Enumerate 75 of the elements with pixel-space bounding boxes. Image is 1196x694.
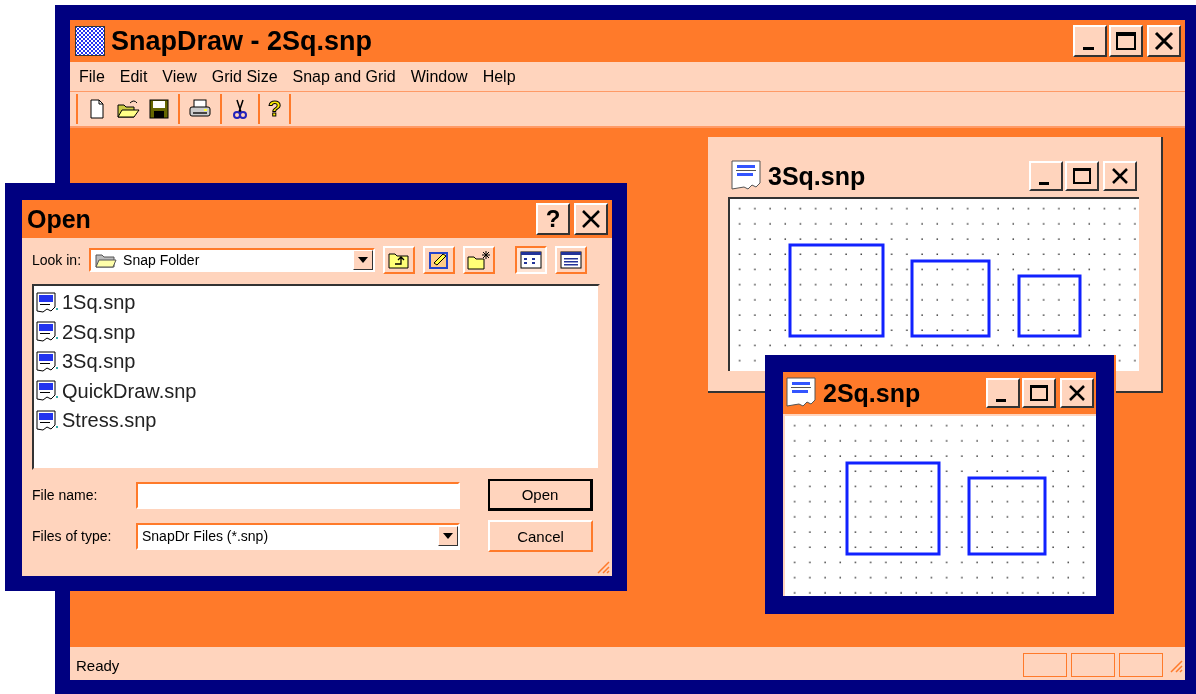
close-icon: [1154, 31, 1174, 51]
maximize-button[interactable]: [1022, 378, 1056, 408]
file-list-entry[interactable]: 3Sq.snp: [62, 350, 136, 374]
dialog-title: Open: [27, 204, 91, 234]
file-icon: [36, 321, 60, 344]
up-folder-button[interactable]: [383, 246, 416, 274]
maximize-button[interactable]: [1109, 25, 1143, 57]
document-icon: [785, 376, 819, 410]
details-view-button[interactable]: [555, 246, 588, 274]
file-list-entry[interactable]: 2Sq.snp: [62, 320, 136, 344]
file-icon: [36, 291, 60, 314]
list-view-icon: [520, 251, 543, 269]
cancel-button[interactable]: Cancel: [488, 520, 593, 552]
status-text: Ready: [76, 656, 120, 674]
minimize-button[interactable]: [1073, 25, 1107, 57]
minimize-icon: [996, 398, 1006, 402]
close-icon: [1111, 167, 1129, 185]
window-title: 2Sq.snp: [823, 378, 921, 408]
file-type-dropdown[interactable]: SnapDr Files (*.snp): [136, 522, 460, 550]
close-button[interactable]: [1147, 25, 1181, 57]
file-icon: [36, 409, 60, 432]
new-folder-button[interactable]: [463, 246, 496, 274]
help-button[interactable]: ?: [536, 203, 570, 235]
square-shape[interactable]: [788, 243, 885, 338]
dropdown-arrow-icon: [443, 533, 453, 539]
details-view-icon: [560, 251, 583, 269]
new-folder-icon: [467, 250, 492, 270]
folder-up-icon: [388, 251, 411, 269]
close-button[interactable]: [1060, 378, 1094, 408]
status-panel: [1119, 653, 1163, 677]
look-in-label: Look in:: [32, 252, 82, 268]
pencil-icon: [428, 250, 451, 270]
square-shape[interactable]: [910, 259, 991, 338]
checkerboard-icon: [75, 26, 105, 56]
file-name-label: File name:: [32, 487, 99, 503]
close-icon: [581, 209, 601, 229]
menu-item[interactable]: File: [79, 67, 105, 86]
status-panel: [1071, 653, 1115, 677]
look-in-dropdown[interactable]: Snap Folder: [89, 248, 376, 272]
menu-item[interactable]: Snap and Grid: [292, 67, 396, 86]
menu-item[interactable]: Window: [410, 67, 468, 86]
file-list-entry[interactable]: 1Sq.snp: [62, 291, 136, 315]
file-icon: [36, 350, 60, 373]
status-panel: [1023, 653, 1067, 677]
menu-item[interactable]: Edit: [119, 67, 148, 86]
window-title: SnapDraw - 2Sq.snp: [111, 25, 373, 57]
file-type-label: Files of type:: [32, 528, 113, 544]
minimize-icon: [1082, 46, 1094, 50]
square-shape[interactable]: [967, 476, 1047, 556]
minimize-icon: [1039, 181, 1049, 185]
close-button[interactable]: [574, 203, 608, 235]
open-folder-icon[interactable]: [116, 98, 140, 120]
scissors-icon[interactable]: [230, 98, 250, 120]
menu-item[interactable]: View: [162, 67, 197, 86]
minimize-button[interactable]: [986, 378, 1020, 408]
file-icon: [36, 380, 60, 403]
printer-icon[interactable]: [188, 98, 212, 120]
square-shape[interactable]: [845, 461, 941, 556]
list-view-button[interactable]: [515, 246, 548, 274]
maximize-icon: [1116, 32, 1136, 50]
maximize-icon: [1073, 168, 1091, 184]
square-shape[interactable]: [1017, 274, 1082, 338]
folder-icon: [95, 251, 118, 269]
menu-item[interactable]: Help: [482, 67, 516, 86]
file-name-field[interactable]: [136, 481, 460, 509]
dropdown-arrow-icon: [358, 257, 369, 263]
maximize-icon: [1030, 385, 1048, 401]
close-icon: [1068, 384, 1086, 402]
file-list-entry[interactable]: Stress.snp: [62, 409, 157, 433]
window-title: 3Sq.snp: [768, 161, 866, 191]
document-icon: [730, 159, 764, 193]
desktop-button[interactable]: [423, 246, 456, 274]
open-button[interactable]: Open: [488, 479, 593, 511]
file-list-entry[interactable]: QuickDraw.snp: [62, 379, 197, 403]
menu-item[interactable]: Grid Size: [211, 67, 278, 86]
